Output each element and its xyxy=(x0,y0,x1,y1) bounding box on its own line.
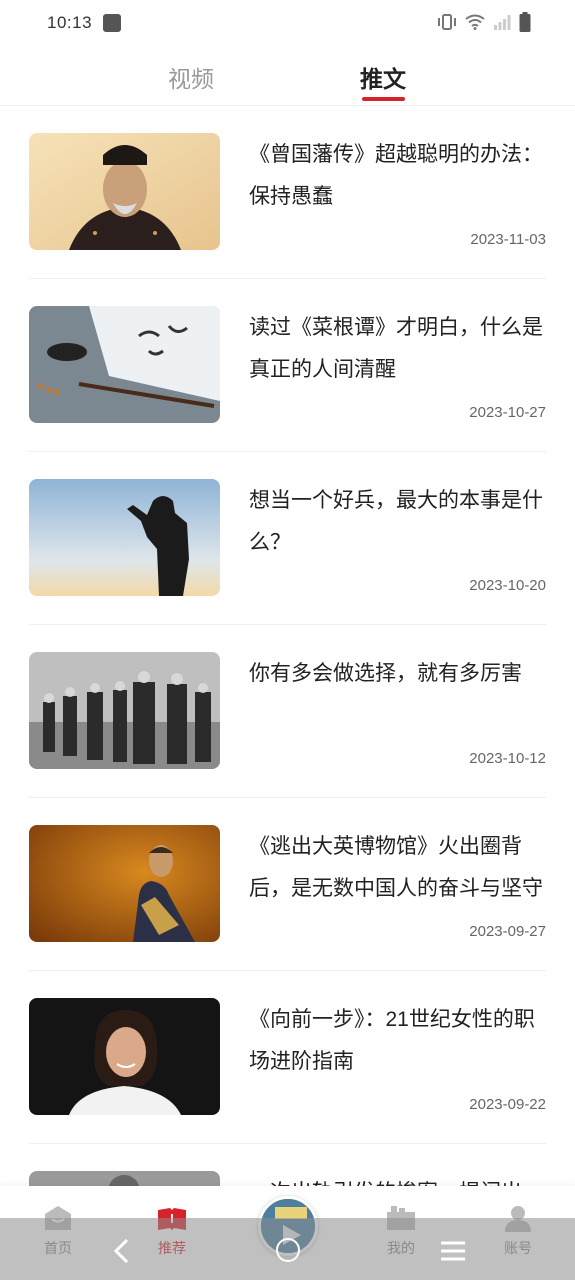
menu-icon[interactable] xyxy=(440,1240,466,1262)
article-item[interactable]: 《向前一步》：21世纪女性的职场进阶指南 2023-09-22 xyxy=(0,971,575,1144)
article-date: 2023-11-03 xyxy=(470,231,546,248)
article-item[interactable]: 你有多会做选择，就有多厉害 2023-10-12 xyxy=(0,625,575,798)
tab-article[interactable]: 推文 xyxy=(360,60,406,94)
top-tab-bar: 视频 推文 xyxy=(0,50,575,106)
article-title: 《向前一步》：21世纪女性的职场进阶指南 xyxy=(249,1008,535,1073)
article-date: 2023-09-22 xyxy=(469,1096,546,1113)
back-icon[interactable] xyxy=(112,1238,130,1264)
home-circle-icon[interactable] xyxy=(276,1238,300,1262)
article-date: 2023-10-12 xyxy=(469,750,546,767)
article-thumbnail xyxy=(29,133,220,250)
article-thumbnail xyxy=(29,479,220,596)
status-bar: 10:13 xyxy=(0,0,575,48)
article-date: 2023-10-27 xyxy=(469,404,546,421)
article-title: 《曾国藩传》超越聪明的办法：保持愚蠢 xyxy=(249,143,543,208)
article-list: 《曾国藩传》超越聪明的办法：保持愚蠢 2023-11-03 读过《菜根谭》才明白… xyxy=(0,106,575,1280)
article-item[interactable]: 读过《菜根谭》才明白，什么是真正的人间清醒 2023-10-27 xyxy=(0,279,575,452)
status-icons xyxy=(437,12,531,32)
status-time: 10:13 xyxy=(47,13,93,32)
system-nav-bar xyxy=(0,1218,575,1280)
article-item[interactable]: 《曾国藩传》超越聪明的办法：保持愚蠢 2023-11-03 xyxy=(0,106,575,279)
article-title: 想当一个好兵，最大的本事是什么？ xyxy=(249,489,543,554)
article-item[interactable]: 《逃出大英博物馆》火出圈背后，是无数中国人的奋斗与坚守 2023-09-27 xyxy=(0,798,575,971)
article-thumbnail xyxy=(29,652,220,769)
article-title: 读过《菜根谭》才明白，什么是真正的人间清醒 xyxy=(249,316,543,381)
article-thumbnail xyxy=(29,306,220,423)
article-date: 2023-10-20 xyxy=(469,577,546,594)
tab-video[interactable]: 视频 xyxy=(168,60,214,94)
notification-app-icon xyxy=(103,14,121,32)
battery-icon xyxy=(519,12,531,32)
article-thumbnail xyxy=(29,825,220,942)
article-date: 2023-09-27 xyxy=(469,923,546,940)
article-thumbnail xyxy=(29,998,220,1115)
article-title: 你有多会做选择，就有多厉害 xyxy=(249,662,522,685)
active-tab-indicator xyxy=(362,97,405,101)
article-title: 《逃出大英博物馆》火出圈背后，是无数中国人的奋斗与坚守 xyxy=(249,835,543,900)
vibrate-icon xyxy=(438,14,456,30)
wifi-icon xyxy=(465,14,485,30)
article-item[interactable]: 想当一个好兵，最大的本事是什么？ 2023-10-20 xyxy=(0,452,575,625)
signal-icon xyxy=(494,15,511,30)
